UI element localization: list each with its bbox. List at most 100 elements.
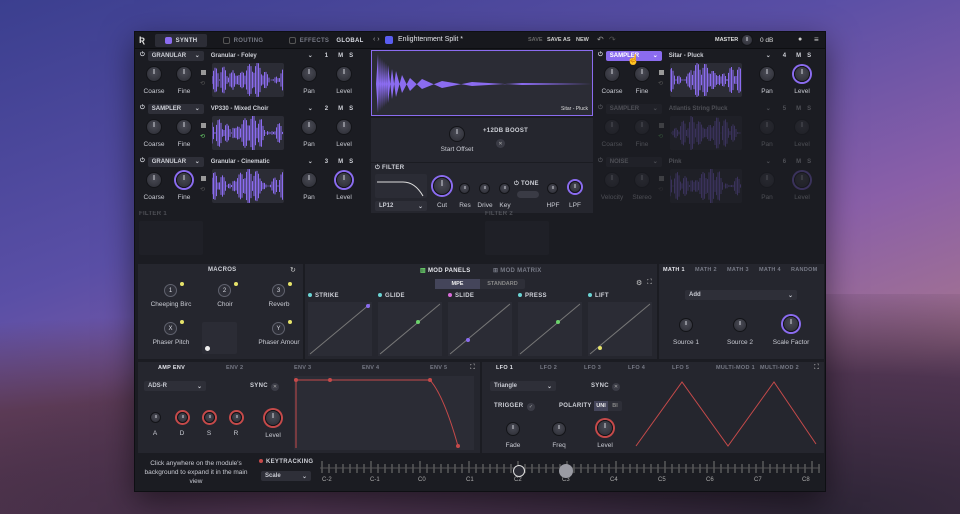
xy-pad[interactable] bbox=[202, 322, 237, 354]
loop-icon[interactable]: ⟲ bbox=[200, 186, 205, 193]
pan-knob[interactable] bbox=[759, 172, 775, 188]
macro-knob[interactable]: X bbox=[164, 322, 177, 335]
env-mode-dropdown[interactable]: ADS-R ⌄ bbox=[144, 381, 206, 391]
level-knob[interactable] bbox=[336, 119, 352, 135]
layer-type-dropdown[interactable]: SAMPLER ⌄ bbox=[147, 103, 204, 114]
mute-button[interactable]: M bbox=[796, 159, 801, 165]
solo-button[interactable]: S bbox=[807, 159, 811, 165]
fine-knob[interactable] bbox=[634, 172, 650, 188]
pan-knob[interactable] bbox=[759, 66, 775, 82]
env-s-knob[interactable] bbox=[204, 412, 215, 423]
layer-type-dropdown[interactable]: GRANULAR ⌄ bbox=[147, 156, 204, 167]
keytracking-handle-high[interactable] bbox=[559, 464, 573, 478]
fade-knob[interactable] bbox=[506, 422, 520, 436]
sample-dropdown[interactable]: Pink ⌄ bbox=[665, 157, 775, 167]
sample-dropdown[interactable]: Granular - Cinematic ⌄ bbox=[207, 157, 317, 167]
mute-button[interactable]: M bbox=[338, 53, 343, 59]
save-as-button[interactable]: SAVE AS bbox=[547, 37, 571, 43]
mod-matrix-tab[interactable]: ⊞ MOD MATRIX bbox=[493, 267, 542, 274]
power-icon[interactable]: ⏻ bbox=[140, 158, 145, 165]
pan-knob[interactable] bbox=[301, 172, 317, 188]
layer-waveform[interactable] bbox=[212, 116, 284, 150]
math-operation-dropdown[interactable]: Add ⌄ bbox=[685, 290, 797, 300]
keytracking-handle-low[interactable] bbox=[513, 465, 525, 477]
undo-icon[interactable]: ↶ bbox=[597, 35, 604, 44]
drive-knob[interactable] bbox=[479, 183, 490, 194]
fine-knob[interactable] bbox=[634, 66, 650, 82]
macro-knob[interactable]: Y bbox=[272, 322, 285, 335]
lpf-knob[interactable] bbox=[569, 181, 581, 193]
sample-dropdown[interactable]: Atlantis String Pluck ⌄ bbox=[665, 104, 775, 114]
expand-icon[interactable]: ⛶ bbox=[470, 364, 475, 372]
lfo-tab[interactable]: LFO 5 bbox=[672, 365, 689, 371]
math-tab[interactable]: MATH 2 bbox=[695, 267, 717, 273]
mod-panel-graph[interactable] bbox=[308, 302, 372, 356]
mod-panels-tab[interactable]: ▥ MOD PANELS bbox=[420, 267, 471, 274]
macro-knob[interactable]: 2 bbox=[218, 284, 231, 297]
layer-type-dropdown[interactable]: GRANULAR ⌄ bbox=[147, 50, 204, 61]
prev-preset-icon[interactable]: ‹ › bbox=[373, 36, 380, 43]
mpe-option[interactable]: MPE bbox=[435, 279, 480, 289]
tone-toggle[interactable] bbox=[517, 191, 539, 198]
env-level-knob[interactable] bbox=[265, 410, 281, 426]
coarse-knob[interactable] bbox=[146, 119, 162, 135]
math-tab[interactable]: MATH 1 bbox=[663, 267, 685, 273]
level-knob[interactable] bbox=[794, 119, 810, 135]
power-icon[interactable]: ⏻ bbox=[598, 158, 603, 165]
sample-dropdown[interactable]: Sitar - Pluck ⌄ bbox=[665, 51, 775, 61]
pan-knob[interactable] bbox=[301, 66, 317, 82]
uni-option[interactable]: UNI bbox=[594, 401, 608, 411]
mod-panel-graph[interactable] bbox=[378, 302, 442, 356]
solo-button[interactable]: S bbox=[349, 159, 353, 165]
sample-icon[interactable] bbox=[201, 70, 206, 75]
expand-icon[interactable]: ⛶ bbox=[814, 364, 819, 372]
lfo-tab[interactable]: LFO 4 bbox=[628, 365, 645, 371]
res-knob[interactable] bbox=[459, 183, 470, 194]
polarity-toggle[interactable]: UNI BI bbox=[594, 401, 622, 411]
sample-dropdown[interactable]: VP330 - Mixed Choir ⌄ bbox=[207, 104, 317, 114]
key-knob[interactable] bbox=[499, 183, 510, 194]
lfo-sync-toggle[interactable]: ✕ bbox=[612, 383, 620, 391]
menu-icon[interactable]: ≡ bbox=[814, 35, 819, 44]
macro-knob[interactable]: 1 bbox=[164, 284, 177, 297]
layer-waveform[interactable] bbox=[212, 169, 284, 203]
source2-knob[interactable] bbox=[733, 318, 747, 332]
mute-button[interactable]: M bbox=[796, 53, 801, 59]
coarse-knob[interactable] bbox=[604, 66, 620, 82]
loop-icon[interactable]: ⟲ bbox=[658, 186, 663, 193]
env-a-knob[interactable] bbox=[150, 412, 161, 423]
lfo-tab[interactable]: MULTI-MOD 2 bbox=[760, 365, 799, 371]
env-tab[interactable]: ENV 3 bbox=[294, 365, 311, 371]
lfo-graph[interactable] bbox=[634, 376, 818, 450]
tab-routing[interactable]: ROUTING bbox=[213, 34, 273, 47]
power-icon[interactable]: ⏻ bbox=[598, 52, 603, 59]
solo-button[interactable]: S bbox=[807, 53, 811, 59]
expand-icon[interactable]: ⛶ bbox=[647, 279, 652, 287]
redo-icon[interactable]: ↷ bbox=[609, 35, 616, 44]
env-sync-toggle[interactable]: ✕ bbox=[271, 383, 279, 391]
boost-toggle[interactable]: ✕ bbox=[496, 139, 505, 148]
layer-waveform[interactable] bbox=[212, 63, 284, 97]
mute-button[interactable]: M bbox=[338, 106, 343, 112]
scale-factor-knob[interactable] bbox=[783, 316, 799, 332]
info-icon[interactable]: ● bbox=[798, 36, 802, 43]
loop-icon[interactable]: ⟲ bbox=[658, 133, 663, 140]
math-tab[interactable]: MATH 3 bbox=[727, 267, 749, 273]
settings-gear-icon[interactable]: ⚙ bbox=[636, 279, 642, 287]
keytracking-ruler[interactable]: C-2 C-1 C0 C1 C2 C3 C4 C5 C6 C7 C8 bbox=[320, 459, 820, 487]
mod-panel-graph[interactable] bbox=[518, 302, 582, 356]
hpf-knob[interactable] bbox=[547, 183, 558, 194]
math-tab[interactable]: RANDOM bbox=[791, 267, 818, 273]
coarse-knob[interactable] bbox=[146, 172, 162, 188]
mute-button[interactable]: M bbox=[796, 106, 801, 112]
new-button[interactable]: NEW bbox=[576, 37, 589, 43]
mod-panel-graph[interactable] bbox=[588, 302, 652, 356]
mod-panel-graph[interactable] bbox=[448, 302, 512, 356]
coarse-knob[interactable] bbox=[604, 119, 620, 135]
mpe-toggle[interactable]: MPE STANDARD bbox=[435, 279, 525, 289]
fine-knob[interactable] bbox=[176, 119, 192, 135]
coarse-knob[interactable] bbox=[604, 172, 620, 188]
layer-type-dropdown[interactable]: NOISE ⌄ bbox=[605, 156, 662, 167]
tab-effects[interactable]: EFFECTS bbox=[279, 34, 339, 47]
lfo-tab[interactable]: LFO 2 bbox=[540, 365, 557, 371]
